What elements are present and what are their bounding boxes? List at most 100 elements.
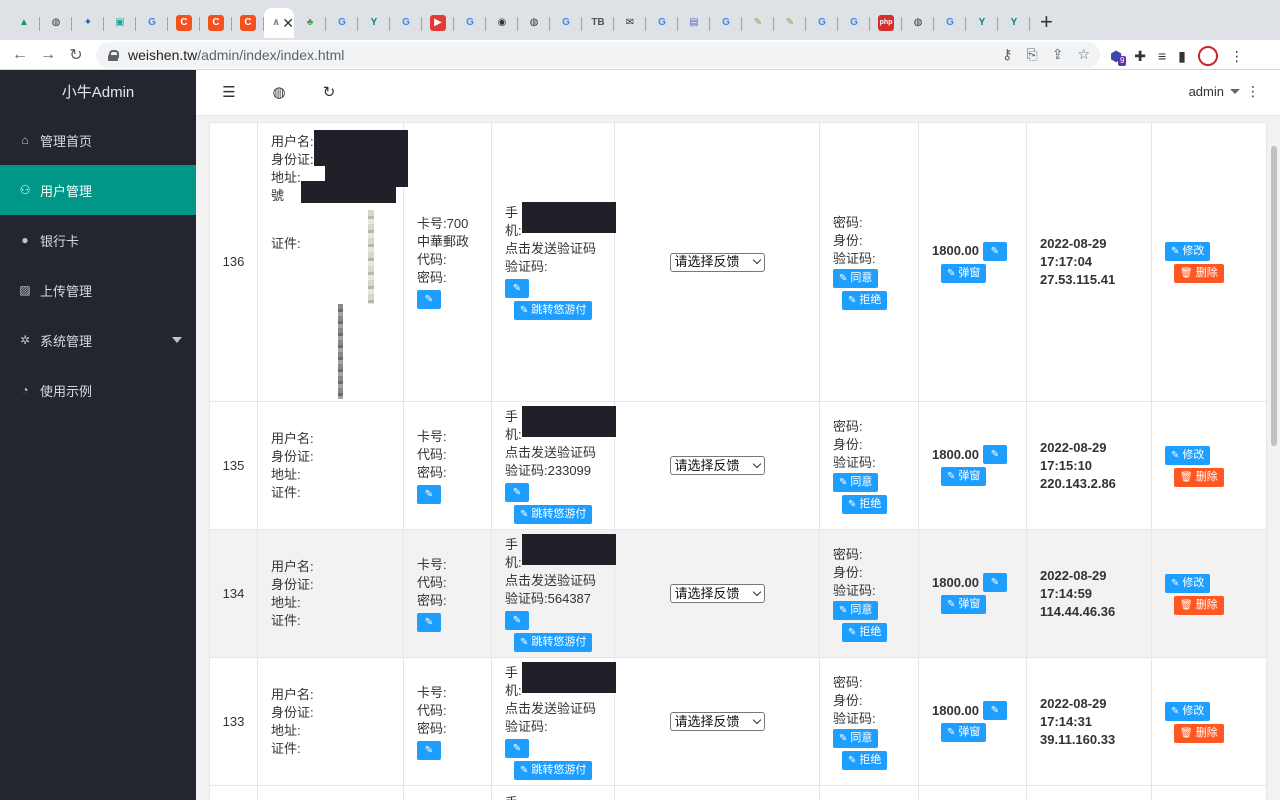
jump-pay-button[interactable]: ✎ 跳转悠游付: [514, 504, 593, 524]
sidebar-item[interactable]: ⚇ 用户管理: [0, 165, 196, 215]
reading-list-icon[interactable]: ≡: [1158, 48, 1166, 64]
browser-tab[interactable]: G: [710, 8, 742, 38]
browser-tab[interactable]: ✎: [742, 8, 774, 38]
jump-pay-button[interactable]: ✎ 跳转悠游付: [514, 301, 593, 320]
bookmark-star-icon[interactable]: ☆: [1077, 46, 1090, 63]
reject-button[interactable]: ✎ 拒绝: [842, 750, 888, 770]
refresh-icon[interactable]: ↻: [320, 83, 338, 101]
certificate-image[interactable]: [338, 304, 343, 399]
browser-tab[interactable]: Y: [966, 8, 998, 38]
agree-button[interactable]: ✎ 同意: [833, 269, 879, 288]
forward-arrow-icon[interactable]: →: [34, 46, 62, 64]
browser-tab[interactable]: ✉: [614, 8, 646, 38]
browser-tab[interactable]: ▤: [678, 8, 710, 38]
browser-tab[interactable]: G: [838, 8, 870, 38]
popup-button[interactable]: ✎ 弹窗: [941, 263, 987, 283]
edit-phone-button[interactable]: ✎: [505, 482, 529, 502]
menu-collapse-icon[interactable]: ☰: [220, 83, 238, 101]
browser-tab[interactable]: ◍: [40, 8, 72, 38]
browser-tab[interactable]: ✎: [774, 8, 806, 38]
edit-card-button[interactable]: ✎: [417, 740, 441, 760]
browser-tab[interactable]: C: [200, 8, 232, 38]
chrome-menu-icon[interactable]: ⋮: [1230, 48, 1244, 65]
browser-tab[interactable]: ◍: [902, 8, 934, 38]
side-panel-icon[interactable]: ▮: [1178, 48, 1186, 65]
delete-row-button[interactable]: 🗑 删除: [1174, 264, 1224, 283]
feedback-select[interactable]: 请选择反馈: [669, 712, 765, 731]
browser-tab[interactable]: ▶: [422, 8, 454, 38]
puzzle-extensions-icon[interactable]: ✚: [1134, 48, 1146, 65]
delete-row-button[interactable]: 🗑 删除: [1174, 595, 1224, 615]
edit-amount-button[interactable]: ✎: [983, 701, 1007, 720]
edit-amount-button[interactable]: ✎: [983, 241, 1007, 261]
extension-hexagon-icon[interactable]: ⬢ 9: [1110, 48, 1127, 66]
browser-tab[interactable]: ▣: [104, 8, 136, 38]
edit-phone-button[interactable]: ✎: [505, 279, 529, 298]
new-tab-button[interactable]: +: [1040, 9, 1053, 35]
feedback-select[interactable]: 请选择反馈: [669, 584, 765, 603]
browser-tab[interactable]: G: [646, 8, 678, 38]
edit-card-button[interactable]: ✎: [417, 484, 441, 504]
key-icon[interactable]: ⚷: [1002, 46, 1012, 63]
reject-button[interactable]: ✎ 拒绝: [842, 494, 888, 514]
jump-pay-button[interactable]: ✎ 跳转悠游付: [514, 632, 593, 652]
browser-tab[interactable]: G: [934, 8, 966, 38]
browser-tab[interactable]: ♣: [294, 8, 326, 38]
browser-tab[interactable]: ▲: [8, 8, 40, 38]
edit-row-button[interactable]: ✎ 修改: [1165, 445, 1211, 465]
vertical-scrollbar[interactable]: [1268, 116, 1280, 800]
delete-row-button[interactable]: 🗑 删除: [1174, 723, 1224, 743]
reload-icon[interactable]: ↻: [62, 45, 90, 65]
scrollbar-thumb[interactable]: [1271, 146, 1277, 446]
browser-tab[interactable]: php: [870, 8, 902, 38]
browser-tab[interactable]: C: [232, 8, 264, 38]
sidebar-item[interactable]: ▨ 上传管理: [0, 265, 196, 315]
browser-tab[interactable]: G: [390, 8, 422, 38]
browser-tab[interactable]: ◍: [518, 8, 550, 38]
agree-button[interactable]: ✎ 同意: [833, 472, 879, 492]
feedback-select[interactable]: 请选择反馈: [669, 252, 765, 272]
agree-button[interactable]: ✎ 同意: [833, 600, 879, 620]
browser-tab[interactable]: ◉: [486, 8, 518, 38]
translate-icon[interactable]: ⎘: [1027, 46, 1038, 63]
edit-phone-button[interactable]: ✎: [505, 610, 529, 630]
browser-tab[interactable]: G: [806, 8, 838, 38]
edit-row-button[interactable]: ✎ 修改: [1165, 573, 1211, 593]
browser-tab[interactable]: G: [454, 8, 486, 38]
profile-avatar[interactable]: [1197, 46, 1218, 66]
edit-card-button[interactable]: ✎: [417, 290, 441, 309]
popup-button[interactable]: ✎ 弹窗: [941, 723, 987, 742]
reject-button[interactable]: ✎ 拒绝: [842, 291, 888, 310]
edit-phone-button[interactable]: ✎: [505, 738, 529, 758]
browser-tab[interactable]: ∧ ✕: [264, 8, 294, 38]
close-tab-icon[interactable]: ✕: [282, 15, 294, 32]
browser-tab[interactable]: G: [550, 8, 582, 38]
browser-tab[interactable]: C: [168, 8, 200, 38]
sidebar-item[interactable]: ◔ 使用示例: [0, 365, 196, 415]
popup-button[interactable]: ✎ 弹窗: [941, 467, 987, 486]
edit-amount-button[interactable]: ✎: [983, 445, 1007, 464]
sidebar-item[interactable]: ● 银行卡: [0, 215, 196, 265]
edit-amount-button[interactable]: ✎: [983, 573, 1007, 592]
browser-tab[interactable]: Y: [358, 8, 390, 38]
globe-icon[interactable]: ◍: [270, 83, 288, 101]
certificate-image[interactable]: [368, 210, 374, 304]
edit-row-button[interactable]: ✎ 修改: [1165, 701, 1211, 721]
address-bar[interactable]: weishen.tw /admin/index/index.html ⚷ ⎘ ⇪…: [96, 42, 1100, 68]
browser-tab[interactable]: Y: [998, 8, 1030, 38]
more-options-icon[interactable]: ⋮: [1246, 83, 1260, 100]
browser-tab[interactable]: G: [136, 8, 168, 38]
sidebar-item[interactable]: ⌂ 管理首页: [0, 115, 196, 165]
popup-button[interactable]: ✎ 弹窗: [941, 595, 987, 614]
back-arrow-icon[interactable]: ←: [6, 46, 34, 64]
browser-tab[interactable]: TB: [582, 8, 614, 38]
browser-tab[interactable]: G: [326, 8, 358, 38]
share-icon[interactable]: ⇪: [1052, 46, 1064, 63]
sidebar-item[interactable]: ✲ 系统管理: [0, 315, 196, 365]
delete-row-button[interactable]: 🗑 删除: [1174, 467, 1224, 487]
reject-button[interactable]: ✎ 拒绝: [842, 622, 888, 642]
feedback-select[interactable]: 请选择反馈: [669, 456, 765, 475]
browser-tab[interactable]: ✦: [72, 8, 104, 38]
edit-card-button[interactable]: ✎: [417, 612, 441, 632]
agree-button[interactable]: ✎ 同意: [833, 728, 879, 748]
